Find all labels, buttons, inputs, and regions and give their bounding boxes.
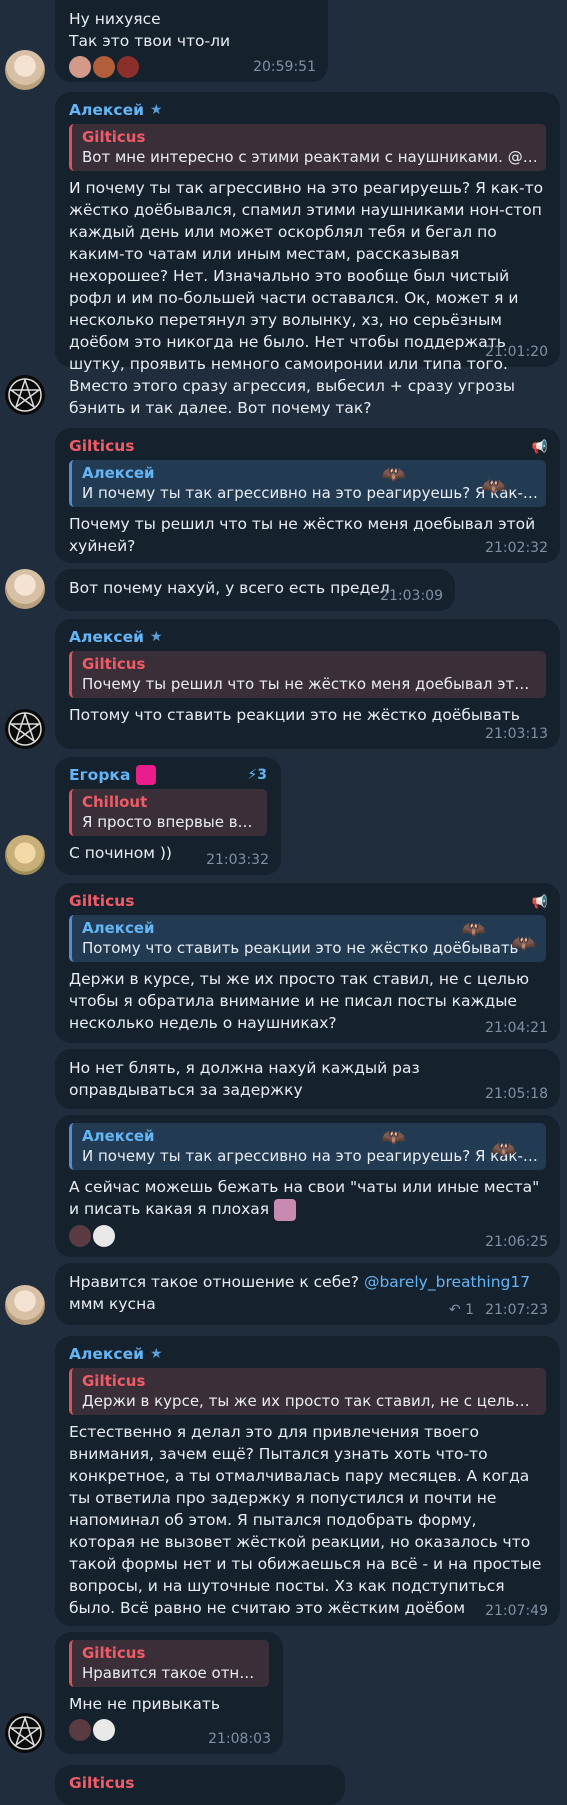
diamond-badge-icon [136, 765, 157, 785]
sender-name[interactable]: Gilticus [69, 436, 546, 456]
quote-text: Вот мне интересно с этими реактами с нау… [82, 148, 538, 166]
quote-sender: Алексей [82, 1127, 155, 1145]
message-bubble[interactable]: 🦇 🦇 Алексей И почему ты так агрессивно н… [55, 1115, 560, 1257]
message-bubble[interactable]: Егорка ⚡3 Chillout Я просто впервые ви...… [55, 757, 281, 875]
sender-name[interactable]: Gilticus [69, 891, 546, 911]
sender-name[interactable]: Алексей ★ [69, 100, 546, 120]
reply-quote[interactable]: Gilticus Вот мне интересно с этими реакт… [69, 124, 546, 171]
message-text: Естественно я делал это для привлечения … [69, 1423, 542, 1617]
message-bubble[interactable]: Но нет блять, я должна нахуй каждый раз … [55, 1049, 560, 1109]
message-text: И почему ты так агрессивно на это реагир… [69, 179, 544, 417]
quote-text: И почему ты так агрессивно на это реагир… [82, 484, 538, 502]
sender-name[interactable]: Gilticus [69, 1773, 331, 1793]
custom-emoji-icon [274, 1198, 296, 1221]
timestamp: 21:03:32 [206, 852, 269, 868]
reply-quote[interactable]: 🦇 🦇 Алексей И почему ты так агрессивно н… [69, 460, 546, 507]
quote-text: Нравится такое отно... [82, 1664, 261, 1682]
star-icon: ★ [149, 102, 163, 118]
avatar[interactable] [5, 1285, 45, 1325]
reply-quote[interactable]: Gilticus Держи в курсе, ты же их просто … [69, 1368, 546, 1415]
star-icon: ★ [149, 629, 163, 645]
reply-quote[interactable]: Gilticus Нравится такое отно... [69, 1640, 269, 1687]
boost-badge: ⚡3 [247, 767, 267, 783]
message-bubble[interactable]: 📢 Gilticus 🦇 🦇 Алексей Потому что ставит… [55, 883, 560, 1043]
message-bubble[interactable]: Алексей ★ Gilticus Вот мне интересно с эт… [55, 92, 560, 417]
message-bubble[interactable]: 📢 Gilticus 🦇 🦇 Алексей И почему ты так а… [55, 428, 560, 563]
reply-quote[interactable]: Gilticus Почему ты решил что ты не жёстк… [69, 651, 546, 698]
megaphone-icon: 📢 [531, 440, 548, 455]
quote-text: Почему ты решил что ты не жёстко меня до… [82, 675, 538, 693]
message-bubble[interactable]: Алексей ★ Gilticus Держи в курсе, ты же и… [55, 1336, 560, 1626]
bat-pattern: 🦇 [481, 474, 506, 498]
message-text: Мне не привыкать [69, 1695, 221, 1713]
quote-sender: Gilticus [82, 655, 146, 673]
reaction-avatar [93, 1719, 115, 1741]
timestamp: 21:06:25 [485, 1234, 548, 1250]
avatar[interactable] [5, 50, 45, 90]
timestamp: 21:05:18 [485, 1086, 548, 1102]
bat-pattern: 🦇 [461, 917, 486, 941]
sender-name[interactable]: Алексей ★ [69, 1344, 546, 1364]
reaction-avatar [93, 1224, 115, 1247]
replies-count[interactable]: ↶ 1 [449, 1302, 474, 1318]
message-text: Нравится такое отношение к себе? @barely… [69, 1273, 531, 1313]
message-bubble[interactable]: Нравится такое отношение к себе? @barely… [55, 1263, 560, 1325]
reply-quote[interactable]: 🦇 🦇 Алексей Потому что ставить реакции э… [69, 915, 546, 962]
message-text: Держи в курсе, ты же их просто так стави… [69, 970, 530, 1032]
timestamp: 21:03:13 [485, 726, 548, 742]
quote-sender: Gilticus [82, 1644, 146, 1662]
reaction-avatar [69, 1224, 91, 1247]
user-mention-link[interactable]: @barely_breathing17 [364, 1273, 530, 1291]
quote-text: И почему ты так агрессивно на это реагир… [82, 1147, 538, 1165]
message-text: А сейчас можешь бежать на свои "чаты или… [69, 1176, 546, 1221]
message-bubble[interactable]: Gilticus Нравится такое отно... Мне не п… [55, 1632, 283, 1754]
quote-sender: Алексей [82, 464, 155, 482]
timestamp: 21:04:21 [485, 1020, 548, 1036]
avatar[interactable] [5, 835, 45, 875]
reply-arrow-icon: ↶ [448, 1302, 461, 1318]
message-bubble[interactable]: Gilticus [55, 1765, 345, 1805]
reaction-avatar [69, 1719, 91, 1741]
bat-pattern: 🦇 [381, 462, 406, 486]
megaphone-icon: 📢 [531, 895, 548, 910]
reaction-avatar [117, 56, 139, 78]
timestamp: 21:02:32 [485, 540, 548, 556]
avatar[interactable] [5, 709, 45, 749]
timestamp: 21:08:03 [208, 1731, 271, 1747]
avatar[interactable] [5, 375, 45, 415]
star-icon: ★ [149, 1346, 163, 1362]
message-text: Потому что ставить реакции это не жёстко… [69, 706, 520, 724]
reply-quote[interactable]: Chillout Я просто впервые ви... [69, 789, 267, 836]
message-bubble[interactable]: Ну нихуясе Так это твои что-ли 20:59:51 [55, 0, 328, 82]
bat-pattern: 🦇 [491, 1137, 516, 1161]
quote-sender: Chillout [82, 793, 148, 811]
timestamp: 21:07:49 [485, 1603, 548, 1619]
quote-text: Я просто впервые ви... [82, 813, 259, 831]
quote-sender: Gilticus [82, 1372, 146, 1390]
quote-text: Держи в курсе, ты же их просто так стави… [82, 1392, 538, 1410]
avatar[interactable] [5, 1713, 45, 1753]
reactions[interactable] [69, 1224, 546, 1247]
timestamp: 21:07:23 [485, 1302, 548, 1318]
bat-pattern: 🦇 [511, 931, 536, 955]
reaction-avatar [69, 56, 91, 78]
reaction-avatar [93, 56, 115, 78]
sender-name[interactable]: Егорка ⚡3 [69, 765, 267, 785]
message-text: Ну нихуясе Так это твои что-ли [69, 10, 231, 50]
timestamp: 21:03:09 [380, 588, 443, 604]
reply-quote[interactable]: 🦇 🦇 Алексей И почему ты так агрессивно н… [69, 1123, 546, 1170]
bat-pattern: 🦇 [381, 1125, 406, 1149]
quote-text: Потому что ставить реакции это не жёстко… [82, 939, 519, 957]
timestamp: 21:01:20 [485, 344, 548, 360]
message-text: Но нет блять, я должна нахуй каждый раз … [69, 1059, 420, 1099]
quote-sender: Gilticus [82, 128, 146, 146]
message-bubble[interactable]: Алексей ★ Gilticus Почему ты решил что ты… [55, 619, 560, 749]
message-text: Почему ты решил что ты не жёстко меня до… [69, 515, 536, 555]
timestamp: 20:59:51 [253, 59, 316, 75]
sender-name[interactable]: Алексей ★ [69, 627, 546, 647]
avatar[interactable] [5, 569, 45, 609]
message-bubble[interactable]: Вот почему нахуй, у всего есть предел 21… [55, 569, 455, 611]
